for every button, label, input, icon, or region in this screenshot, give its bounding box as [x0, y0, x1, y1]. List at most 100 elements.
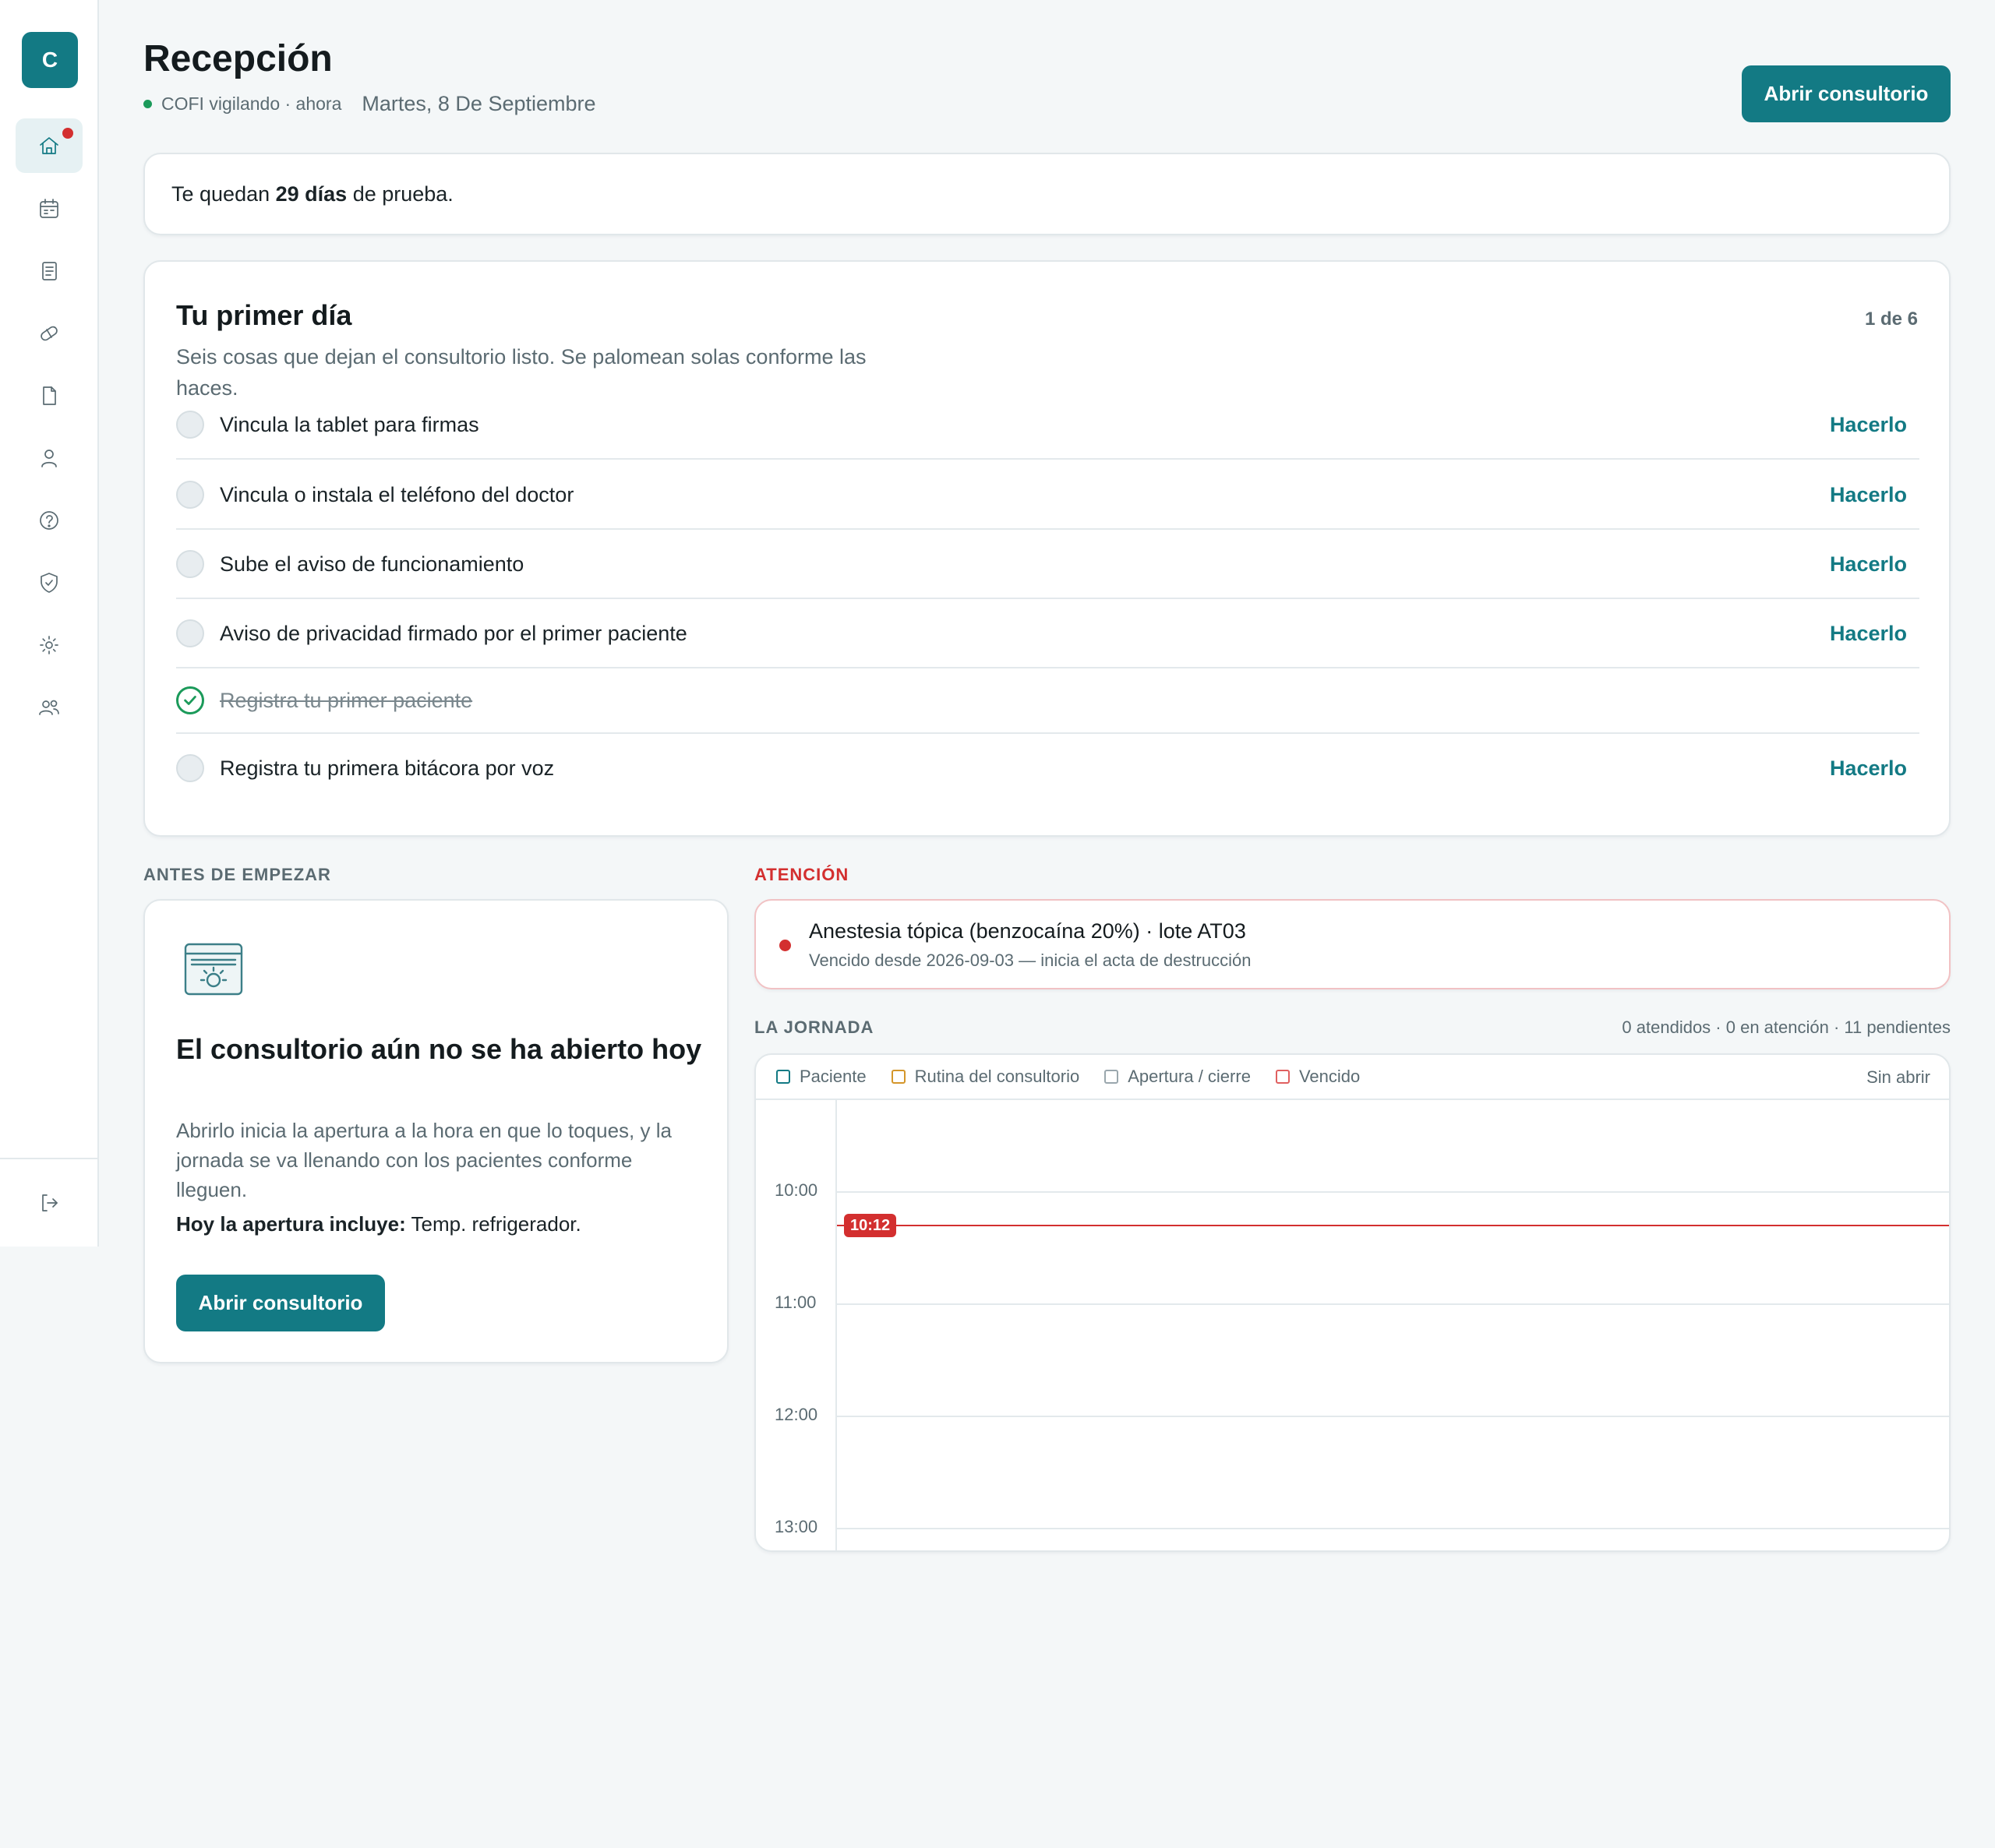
task-do-link[interactable]: Hacerlo — [1830, 622, 1907, 646]
legend-label: Rutina del consultorio — [914, 1067, 1080, 1086]
current-time-badge: 10:12 — [844, 1214, 897, 1237]
legend-item: Paciente — [776, 1067, 867, 1087]
nav-medications[interactable] — [16, 306, 83, 361]
task-label: Vincula la tablet para firmas — [220, 412, 479, 436]
opening-includes-value: Temp. refrigerador. — [405, 1212, 581, 1236]
legend-label: Paciente — [800, 1067, 867, 1086]
sidebar-divider — [0, 1158, 99, 1159]
task-label: Sube el aviso de funcionamiento — [220, 552, 524, 576]
status-row: COFI vigilando · ahora Martes, 8 De Sept… — [143, 92, 596, 116]
trial-prefix: Te quedan — [171, 182, 276, 206]
nav-settings[interactable] — [16, 618, 83, 672]
open-office-button-card[interactable]: Abrir consultorio — [176, 1275, 385, 1331]
task-row: Registra tu primera bitácora por voz Hac… — [176, 734, 1919, 802]
legend-swatch — [776, 1070, 790, 1084]
nav-files[interactable] — [16, 369, 83, 423]
first-day-title: Tu primer día — [176, 299, 352, 331]
task-row: Aviso de privacidad firmado por el prime… — [176, 600, 1919, 668]
page-title: Recepción — [143, 38, 333, 79]
task-row: Vincula la tablet para firmas Hacerlo — [176, 391, 1919, 460]
hour-label: 12:00 — [775, 1405, 818, 1424]
task-checkbox — [176, 754, 204, 782]
task-checkbox — [176, 550, 204, 578]
task-row: Vincula o instala el teléfono del doctor… — [176, 461, 1919, 530]
expired-item-alert[interactable]: Anestesia tópica (benzocaína 20%) · lote… — [754, 899, 1951, 989]
hour-gridline — [837, 1528, 1949, 1529]
file-icon — [43, 386, 56, 405]
task-checkbox-done — [176, 686, 204, 714]
first-day-progress: 1 de 6 — [1864, 309, 1918, 330]
nav-home[interactable] — [16, 118, 83, 173]
users-icon — [39, 700, 59, 715]
task-row: Sube el aviso de funcionamiento Hacerlo — [176, 531, 1919, 599]
logout-button[interactable] — [16, 1176, 83, 1230]
hour-gridline — [837, 1191, 1949, 1193]
nav-records[interactable] — [16, 244, 83, 298]
hour-label: 11:00 — [775, 1293, 817, 1312]
task-label: Aviso de privacidad firmado por el prime… — [220, 621, 687, 645]
timeline-legend: Paciente Rutina del consultorio Apertura… — [756, 1055, 1949, 1100]
alert-title: Anestesia tópica (benzocaína 20%) · lote… — [809, 919, 1246, 943]
legend-label: Vencido — [1298, 1067, 1361, 1086]
task-label: Registra tu primer paciente — [220, 688, 473, 712]
live-status-dot — [143, 100, 152, 108]
nav-team[interactable] — [16, 680, 83, 735]
legend-swatch — [1104, 1070, 1119, 1084]
nav-patients[interactable] — [16, 431, 83, 485]
task-checkbox — [176, 481, 204, 509]
pill-icon — [41, 326, 58, 341]
nav-compliance[interactable] — [16, 555, 83, 610]
calendar-icon — [40, 199, 58, 218]
task-do-link[interactable]: Hacerlo — [1830, 413, 1907, 437]
hour-gridline — [837, 1416, 1949, 1417]
task-checkbox — [176, 411, 204, 439]
current-date: Martes, 8 De Septiembre — [362, 92, 596, 115]
legend-swatch — [1275, 1070, 1290, 1084]
before-start-label: ANTES DE EMPEZAR — [143, 865, 331, 884]
notification-dot — [62, 128, 73, 139]
monitor-status: COFI vigilando · ahora — [161, 93, 342, 114]
legend-item: Vencido — [1275, 1067, 1361, 1087]
trial-suffix: de prueba. — [347, 182, 454, 206]
task-label: Vincula o instala el teléfono del doctor — [220, 482, 574, 506]
gear-icon — [40, 636, 58, 654]
task-checkbox — [176, 619, 204, 647]
legend-item: Rutina del consultorio — [891, 1067, 1080, 1087]
time-gutter — [835, 1100, 837, 1550]
legend-item: Apertura / cierre — [1104, 1067, 1251, 1087]
attention-label: ATENCIÓN — [754, 865, 849, 884]
legend-swatch — [891, 1070, 906, 1084]
trial-banner: Te quedan 29 días de prueba. — [143, 153, 1951, 235]
logout-icon — [42, 1194, 58, 1211]
alert-dot — [779, 940, 791, 951]
shield-check-icon — [41, 573, 58, 593]
hour-label: 10:00 — [775, 1180, 818, 1200]
task-do-link[interactable]: Hacerlo — [1830, 552, 1907, 577]
hour-gridline — [837, 1303, 1949, 1305]
user-icon — [41, 450, 57, 467]
task-do-link[interactable]: Hacerlo — [1830, 483, 1907, 507]
task-label: Registra tu primera bitácora por voz — [220, 756, 555, 780]
task-row: Registra tu primer paciente — [176, 668, 1919, 734]
office-closed-card: El consultorio aún no se ha abierto hoy … — [143, 899, 729, 1363]
task-do-link[interactable]: Hacerlo — [1830, 756, 1907, 781]
nav-calendar[interactable] — [16, 182, 83, 236]
nav-help[interactable] — [16, 493, 83, 548]
trial-days: 29 días — [275, 182, 348, 206]
current-time-line — [837, 1225, 1949, 1226]
office-closed-title: El consultorio aún no se ha abierto hoy — [176, 1033, 702, 1065]
journey-stats: 0 atendidos · 0 en atención · 11 pendien… — [1622, 1017, 1951, 1037]
legend-label: Apertura / cierre — [1128, 1067, 1251, 1086]
home-icon — [40, 137, 58, 154]
sidebar: C — [0, 0, 99, 1247]
brand-logo[interactable]: C — [22, 32, 78, 88]
storefront-icon — [184, 943, 243, 996]
first-day-card: Tu primer día 1 de 6 Seis cosas que deja… — [143, 260, 1951, 837]
open-office-button[interactable]: Abrir consultorio — [1742, 65, 1951, 122]
opening-includes-label: Hoy la apertura incluye: — [176, 1212, 406, 1236]
journey-label: LA JORNADA — [754, 1017, 874, 1037]
opening-includes: Hoy la apertura incluye: Temp. refrigera… — [176, 1212, 581, 1236]
check-icon — [184, 696, 196, 705]
timeline-status: Sin abrir — [1866, 1067, 1930, 1087]
document-list-icon — [42, 262, 57, 280]
